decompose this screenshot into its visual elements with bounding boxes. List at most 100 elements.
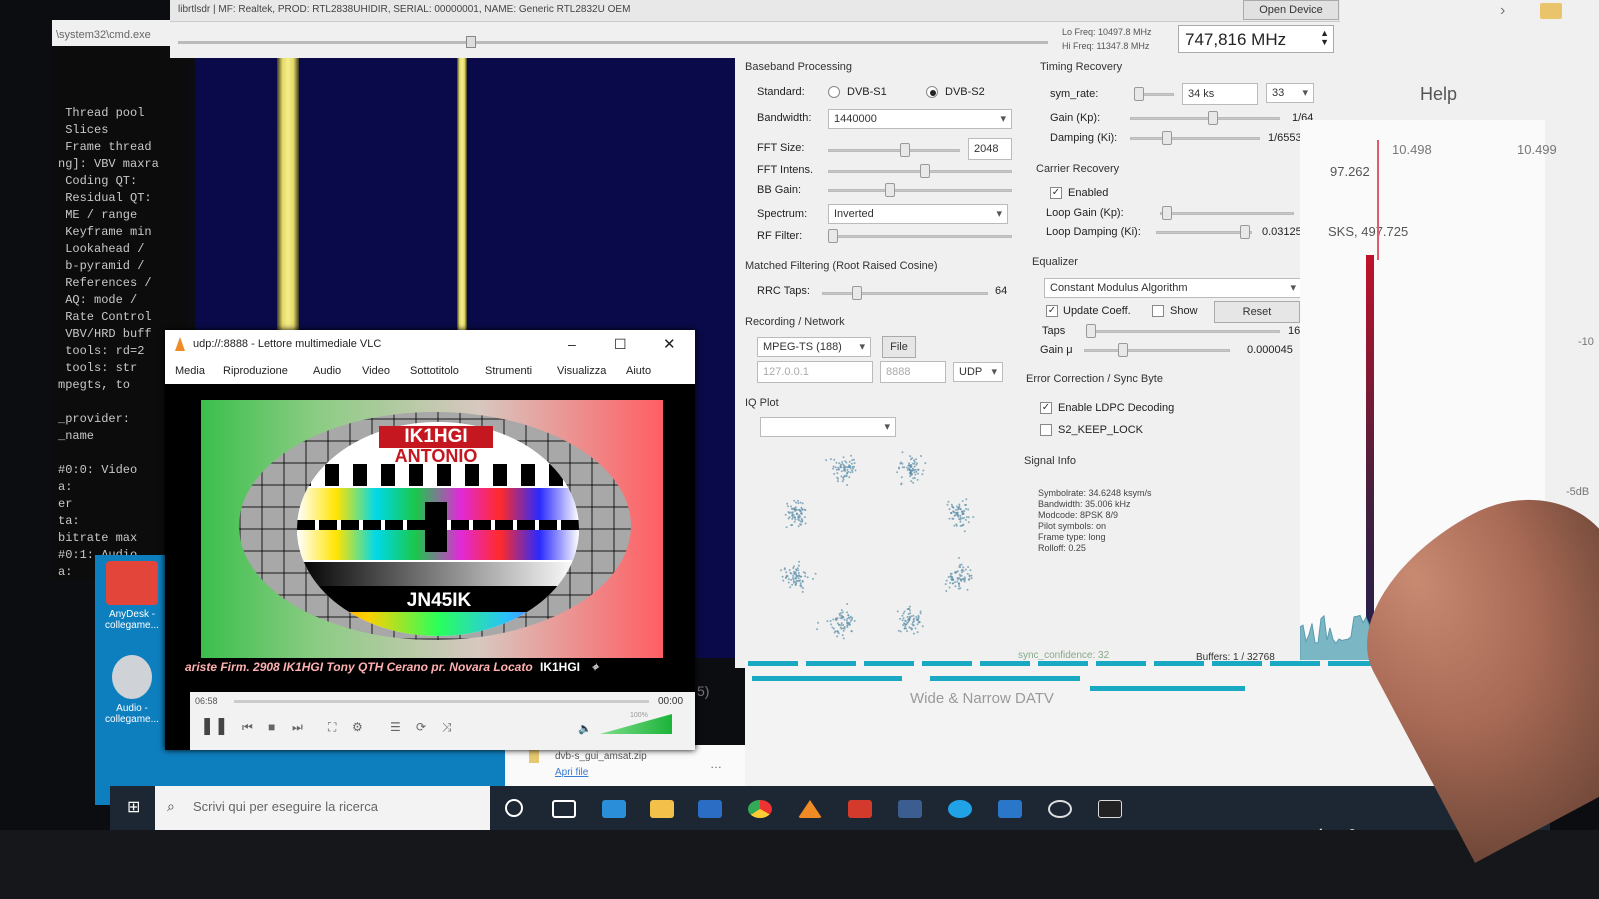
carrier-enabled-checkbox[interactable]: ✓ (1050, 187, 1062, 199)
fft-size-handle[interactable] (900, 143, 910, 157)
fft-size-field[interactable]: 2048 (968, 138, 1012, 160)
menu-audio[interactable]: Audio (313, 365, 341, 377)
rf-filter-slider[interactable] (828, 235, 1012, 238)
recording-title: Recording / Network (745, 316, 845, 328)
db-tick: -5dB (1566, 486, 1590, 498)
spectrum-combo[interactable]: Inverted (828, 204, 1008, 224)
sym-rate-spinbox[interactable]: 34 ks (1182, 83, 1258, 105)
loop-gain-handle[interactable] (1162, 206, 1172, 220)
bb-gain-handle[interactable] (885, 183, 895, 197)
dvbs2-radio[interactable] (926, 86, 938, 98)
video-frame[interactable]: IK1HGI ANTONIO JN45IK (201, 400, 663, 658)
protocol-combo[interactable]: UDP (953, 362, 1003, 382)
taps-slider[interactable] (1086, 330, 1280, 333)
sdr-icon[interactable] (898, 800, 922, 818)
terminal-icon[interactable] (1098, 800, 1122, 818)
taps-handle[interactable] (1086, 324, 1096, 338)
rrc-taps-handle[interactable] (852, 286, 862, 300)
search-icon: ⌕ (167, 798, 175, 814)
loop-damping-handle[interactable] (1240, 225, 1250, 239)
timing-damping-handle[interactable] (1162, 131, 1172, 145)
reset-button[interactable]: Reset (1214, 301, 1300, 323)
cortana-icon[interactable] (505, 799, 523, 817)
update-coeff-checkbox[interactable]: ✓ (1046, 305, 1058, 317)
open-file-link[interactable]: Apri file (555, 767, 588, 778)
bb-gain-slider[interactable] (828, 189, 1012, 192)
menu-video[interactable]: Video (362, 365, 390, 377)
anydesk-desktop-icon[interactable]: AnyDesk - collegame... (97, 561, 167, 631)
edge-icon[interactable] (948, 800, 972, 818)
sym-rate-handle[interactable] (1134, 87, 1144, 101)
taskbar-search[interactable]: ⌕ Scrivi qui per eseguire la ricerca (155, 786, 490, 830)
stop-icon[interactable]: ■ (268, 720, 275, 734)
volume-icon[interactable]: 🔈 (578, 722, 592, 735)
loop-icon[interactable]: ⟳ (416, 720, 426, 734)
format-combo[interactable]: MPEG-TS (188) (757, 337, 871, 357)
chrome-icon[interactable] (748, 800, 772, 818)
menu-riproduzione[interactable]: Riproduzione (223, 365, 288, 377)
menu-media[interactable]: Media (175, 365, 205, 377)
timing-gain-slider[interactable] (1130, 117, 1280, 120)
menu-visualizza[interactable]: Visualizza (557, 365, 606, 377)
equalizer-algorithm-combo[interactable]: Constant Modulus Algorithm (1044, 278, 1302, 298)
playlist-icon[interactable]: ☰ (390, 720, 401, 734)
loop-gain-slider[interactable] (1160, 212, 1294, 215)
maximize-icon[interactable]: ☐ (614, 336, 627, 353)
pause-icon[interactable]: ❚❚ (200, 716, 229, 736)
show-checkbox[interactable] (1152, 305, 1164, 317)
app-icon[interactable] (848, 800, 872, 818)
folder-icon[interactable] (1540, 3, 1562, 19)
fft-intens-handle[interactable] (920, 164, 930, 178)
frequency-slider-handle[interactable] (466, 36, 476, 48)
file-button[interactable]: File (882, 336, 916, 358)
ldpc-label: Enable LDPC Decoding (1058, 402, 1175, 414)
download-item[interactable]: dvb-s_gui_amsat.zip Apri file … (505, 745, 745, 787)
menu-strumenti[interactable]: Strumenti (485, 365, 532, 377)
next-icon[interactable]: ⏭ (292, 720, 303, 735)
shuffle-icon[interactable]: ⤨ (442, 720, 452, 735)
signal-info-line: Bandwidth: 35.006 kHz (1038, 499, 1131, 509)
speaker-icon (112, 655, 152, 699)
frequency-spinbox[interactable]: 747,816 MHz ▲ ▼ (1178, 25, 1334, 53)
test-card-bars (297, 464, 579, 486)
file-explorer-icon[interactable] (650, 800, 674, 818)
iq-plot-combo[interactable] (760, 417, 896, 437)
menu-aiuto[interactable]: Aiuto (626, 365, 651, 377)
audio-desktop-icon[interactable]: Audio - collegame... (97, 655, 167, 725)
eq-gain-slider[interactable] (1084, 349, 1230, 352)
store-icon[interactable] (602, 800, 626, 818)
fullscreen-icon[interactable]: ⛶ (328, 720, 336, 735)
fft-size-slider[interactable] (828, 149, 960, 152)
menu-sottotitolo[interactable]: Sottotitolo (410, 365, 459, 377)
seek-bar[interactable] (234, 700, 649, 703)
update-coeff-label: Update Coeff. (1063, 305, 1131, 317)
floppy-icon[interactable] (698, 800, 722, 818)
frequency-slider[interactable] (178, 41, 1048, 44)
ldpc-checkbox[interactable]: ✓ (1040, 402, 1052, 414)
open-device-button[interactable]: Open Device (1243, 0, 1339, 20)
more-options-icon[interactable]: … (710, 757, 722, 771)
timing-gain-handle[interactable] (1208, 111, 1218, 125)
dvbs1-radio[interactable] (828, 86, 840, 98)
steam-icon[interactable] (1048, 800, 1072, 818)
rf-filter-handle[interactable] (828, 229, 838, 243)
window-icon[interactable] (998, 800, 1022, 818)
task-view-icon[interactable] (552, 800, 576, 818)
loop-damping-slider[interactable] (1156, 231, 1252, 234)
timing-damping-slider[interactable] (1130, 137, 1260, 140)
bandwidth-combo[interactable]: 1440000 (828, 109, 1012, 129)
port-field[interactable]: 8888 (880, 361, 946, 383)
minimize-icon[interactable]: – (568, 336, 576, 352)
previous-icon[interactable]: ⏮ (242, 720, 253, 735)
spin-arrows-icon[interactable]: ▲ ▼ (1320, 29, 1329, 47)
sym-rate-combo[interactable]: 33 (1266, 83, 1314, 103)
extended-settings-icon[interactable]: ⚙ (352, 720, 363, 734)
ip-field[interactable]: 127.0.0.1 (757, 361, 873, 383)
close-icon[interactable]: ✕ (663, 335, 676, 353)
rrc-taps-slider[interactable] (822, 292, 988, 295)
eq-gain-handle[interactable] (1118, 343, 1128, 357)
help-label[interactable]: Help (1420, 84, 1457, 105)
chevron-right-icon[interactable]: › (1500, 2, 1505, 20)
keep-lock-checkbox[interactable] (1040, 424, 1052, 436)
windows-start-icon[interactable]: ⊞ (127, 797, 140, 817)
